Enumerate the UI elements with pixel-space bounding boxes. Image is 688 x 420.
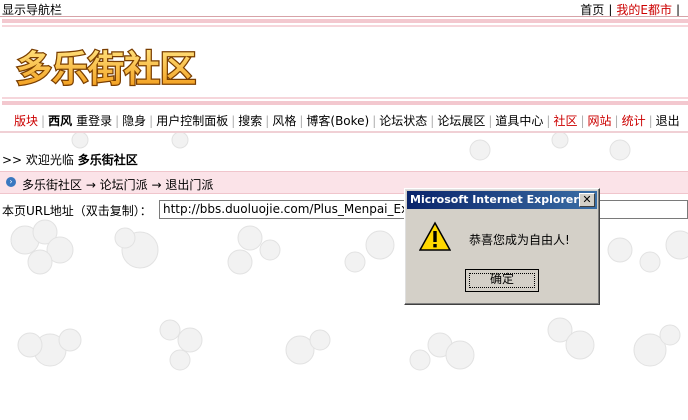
menu-separator: |	[115, 114, 120, 128]
menu-item[interactable]: 重登录	[74, 114, 114, 128]
menu-item[interactable]: 社区	[551, 114, 579, 128]
dialog-message: 恭喜您成为自由人!	[469, 233, 570, 247]
close-icon[interactable]: ✕	[579, 193, 595, 207]
welcome-line: >> 欢迎光临 多乐街社区	[2, 151, 138, 168]
menu-item[interactable]: 博客(Boke)	[304, 114, 371, 128]
menu-item[interactable]: 西风	[46, 114, 74, 128]
menu-separator: |	[231, 114, 236, 128]
alert-dialog: Microsoft Internet Explorer ✕ 恭喜您成为自由人! …	[404, 188, 600, 305]
menu-separator: |	[546, 114, 551, 128]
menu-separator: |	[614, 114, 619, 128]
menu-items: 版块 | 西风 重登录 | 隐身 | 用户控制面板 | 搜索 | 风格 | 博客(Boke) | 论坛状态 | 论…	[12, 112, 682, 129]
menu-separator: |	[648, 114, 653, 128]
menu-item[interactable]: 搜索	[236, 114, 264, 128]
welcome-site-name: 多乐街社区	[77, 153, 138, 167]
site-logo: 多乐街社区	[15, 48, 198, 91]
welcome-prefix: >> 欢迎光临	[2, 153, 74, 167]
header-band-bottom	[2, 97, 688, 99]
main-menu: 版块 | 西风 重登录 | 隐身 | 用户控制面板 | 搜索 | 风格 | 博客(Boke) | 论坛状态 | 论…	[0, 108, 688, 133]
menu-separator: |	[580, 114, 585, 128]
home-link[interactable]: 首页	[580, 3, 604, 17]
menu-separator: |	[299, 114, 304, 128]
menu-separator: |	[488, 114, 493, 128]
menu-separator: |	[149, 114, 154, 128]
top-divider	[0, 16, 688, 17]
menu-item[interactable]: 隐身	[120, 114, 148, 128]
menu-item[interactable]: 网站	[586, 114, 614, 128]
logo-text: 多乐街社区	[16, 49, 196, 90]
breadcrumb-text[interactable]: 多乐街社区 → 论坛门派 → 退出门派	[22, 176, 213, 193]
menu-separator: |	[430, 114, 435, 128]
dialog-title: Microsoft Internet Explorer	[410, 193, 579, 206]
ok-focus-ring	[469, 273, 535, 288]
menu-item[interactable]: 风格	[270, 114, 298, 128]
dialog-titlebar[interactable]: Microsoft Internet Explorer ✕	[407, 191, 597, 209]
bullet-icon: ›	[6, 177, 16, 187]
site-header: 多乐街社区	[2, 19, 688, 105]
menu-separator: |	[372, 114, 377, 128]
menu-item[interactable]: 论坛状态	[377, 114, 429, 128]
menu-item[interactable]: 道具中心	[493, 114, 545, 128]
menu-item[interactable]: 统计	[620, 114, 648, 128]
warning-icon	[419, 221, 451, 251]
url-label: 本页URL地址（双击复制）：	[2, 204, 152, 218]
menu-item[interactable]: 用户控制面板	[154, 114, 230, 128]
ok-button[interactable]: 确定	[465, 269, 539, 292]
menu-separator: |	[41, 114, 46, 128]
header-band-top	[2, 25, 688, 27]
menu-item[interactable]: 退出	[654, 114, 682, 128]
my-city-link[interactable]: 我的E都市	[616, 3, 672, 17]
menu-item[interactable]: 论坛展区	[435, 114, 487, 128]
menu-item[interactable]: 版块	[12, 114, 40, 128]
menu-separator: |	[265, 114, 270, 128]
top-bar: 显示导航栏 首页 | 我的E都市 |	[0, 0, 688, 17]
